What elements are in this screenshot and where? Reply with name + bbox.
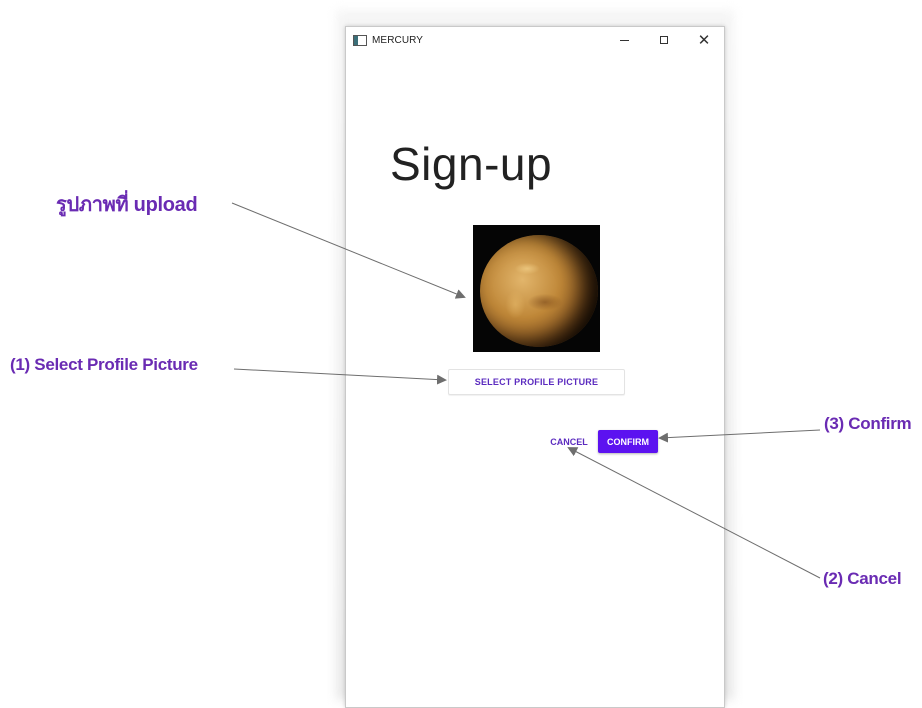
arrow-uploaded-image bbox=[231, 202, 466, 299]
annotation-arrows bbox=[231, 202, 821, 579]
annotation-select: (1) Select Profile Picture bbox=[10, 355, 198, 374]
annotation-confirm: (3) Confirm bbox=[824, 414, 912, 433]
arrow-select bbox=[233, 368, 447, 385]
annotation-cancel: (2) Cancel bbox=[823, 569, 902, 588]
arrow-cancel bbox=[567, 447, 821, 579]
arrow-confirm bbox=[658, 429, 821, 443]
annotation-uploaded-image: รูปภาพที่ upload bbox=[56, 194, 198, 216]
